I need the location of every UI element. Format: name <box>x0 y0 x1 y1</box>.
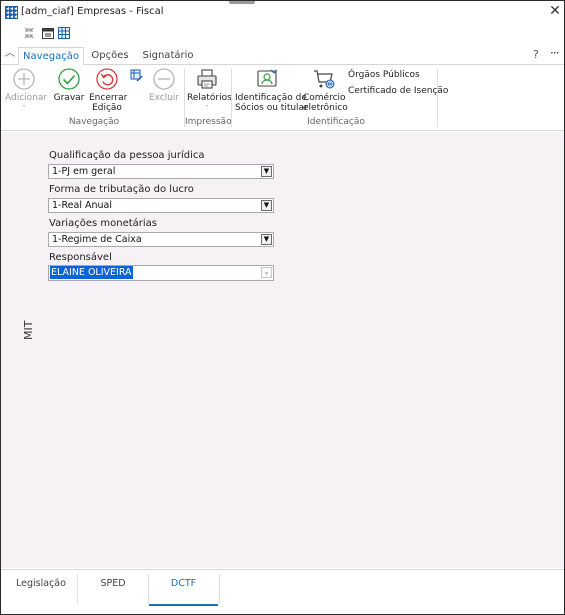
tab-sped[interactable]: SPED <box>79 570 147 606</box>
group-separator <box>437 69 438 127</box>
calendar-icon[interactable] <box>41 26 55 40</box>
tributacao-value: 1-Real Anual <box>52 200 112 211</box>
more-options-icon[interactable]: ··· <box>550 46 560 60</box>
responsavel-select[interactable]: ELAINE OLIVEIRA ⌄ <box>48 265 274 281</box>
adicionar-button[interactable]: Adicionar - <box>5 67 47 110</box>
chevron-down-icon[interactable]: ▼ <box>261 234 272 245</box>
app-logo-icon <box>5 6 18 19</box>
tab-separator <box>219 574 220 604</box>
bottom-tab-bar: Legislação SPED DCTF <box>1 569 564 614</box>
title-bar: [adm_ciaf] Empresas - Fiscal ✕ <box>1 1 564 23</box>
excluir-button[interactable]: Excluir <box>147 67 181 103</box>
chevron-down-icon[interactable]: ⌄ <box>261 267 272 278</box>
side-section-label: MIT <box>22 320 35 340</box>
quick-access-toolbar <box>1 25 564 43</box>
group-label-impressao: Impressão <box>185 117 232 127</box>
responsavel-value: ELAINE OLIVEIRA <box>50 266 133 279</box>
collapse-arrows-icon[interactable] <box>22 26 36 40</box>
tab-opcoes[interactable]: Opções <box>88 47 132 66</box>
group-separator <box>231 69 232 127</box>
adicionar-dropdown: - <box>22 101 26 110</box>
tab-dctf[interactable]: DCTF <box>149 570 218 606</box>
printer-icon <box>197 69 217 89</box>
qualificacao-value: 1-PJ em geral <box>52 166 116 177</box>
grid-table-icon[interactable] <box>57 26 71 40</box>
variacoes-value: 1-Regime de Caixa <box>52 234 142 245</box>
socios-button[interactable]: Identificação de Sócios ou titular <box>235 67 308 113</box>
encerrar-label-line2: Edição <box>92 103 122 113</box>
gravar-button[interactable]: Gravar <box>52 67 86 103</box>
tributacao-label: Forma de tributação do lucro <box>49 184 194 195</box>
tab-navegacao[interactable]: Navegação <box>18 47 84 66</box>
chevron-down-icon[interactable]: ▼ <box>261 200 272 211</box>
help-icon[interactable]: ? <box>533 48 539 61</box>
certificado-isencao-link[interactable]: Certificado de Isenção <box>348 86 448 96</box>
encerrar-edicao-button[interactable]: Encerrar Edição <box>89 67 128 113</box>
tributacao-select[interactable]: 1-Real Anual ▼ <box>48 198 274 213</box>
add-circle-icon <box>13 68 35 90</box>
group-label-navegacao: Navegação <box>68 117 120 127</box>
comercio-label-line2: eletrônico <box>303 103 348 113</box>
shopping-cart-icon <box>314 70 335 89</box>
orgaos-publicos-link[interactable]: Órgãos Públicos <box>348 70 420 80</box>
ribbon-tab-bar: ︿ Navegação Opções Signatário ? ··· <box>1 45 564 66</box>
encerrar-label-line1: Encerrar <box>89 93 128 103</box>
check-circle-icon <box>58 68 80 90</box>
tab-legislacao[interactable]: Legislação <box>7 570 75 606</box>
relatorios-button[interactable]: Relatórios - <box>187 67 232 110</box>
edit-table-icon[interactable] <box>130 69 143 82</box>
excluir-label: Excluir <box>148 93 180 103</box>
tab-separator <box>77 574 78 604</box>
chevron-up-icon[interactable]: ︿ <box>5 49 15 59</box>
close-icon[interactable]: ✕ <box>548 4 562 18</box>
group-label-identificacao: Identificação <box>307 117 365 127</box>
socios-label-line2: Sócios ou titular <box>235 103 308 113</box>
relatorios-dropdown: - <box>205 101 209 110</box>
qualificacao-label: Qualificação da pessoa jurídica <box>49 150 205 161</box>
comercio-label-line1: Comércio <box>303 93 346 103</box>
form-content-area: MIT Qualificação da pessoa jurídica 1-PJ… <box>1 132 564 568</box>
user-card-icon <box>257 69 278 87</box>
gravar-label: Gravar <box>53 93 85 103</box>
drag-handle[interactable] <box>229 1 255 4</box>
variacoes-select[interactable]: 1-Regime de Caixa ▼ <box>48 232 274 247</box>
comercio-eletronico-button[interactable]: Comércio eletrônico <box>303 67 348 113</box>
ribbon: Adicionar - Gravar Encerrar Edição Exclu… <box>1 65 564 131</box>
main-window: [adm_ciaf] Empresas - Fiscal ✕ ︿ Navegaç… <box>0 0 565 615</box>
qualificacao-select[interactable]: 1-PJ em geral ▼ <box>48 164 274 179</box>
tab-signatario[interactable]: Signatário <box>141 47 195 66</box>
remove-circle-icon <box>153 68 175 90</box>
window-title: [adm_ciaf] Empresas - Fiscal <box>21 6 164 17</box>
socios-label-line1: Identificação de <box>235 93 307 103</box>
variacoes-label: Variações monetárias <box>49 218 157 229</box>
undo-circle-icon <box>96 68 118 90</box>
responsavel-label: Responsável <box>49 252 112 263</box>
chevron-down-icon[interactable]: ▼ <box>261 166 272 177</box>
